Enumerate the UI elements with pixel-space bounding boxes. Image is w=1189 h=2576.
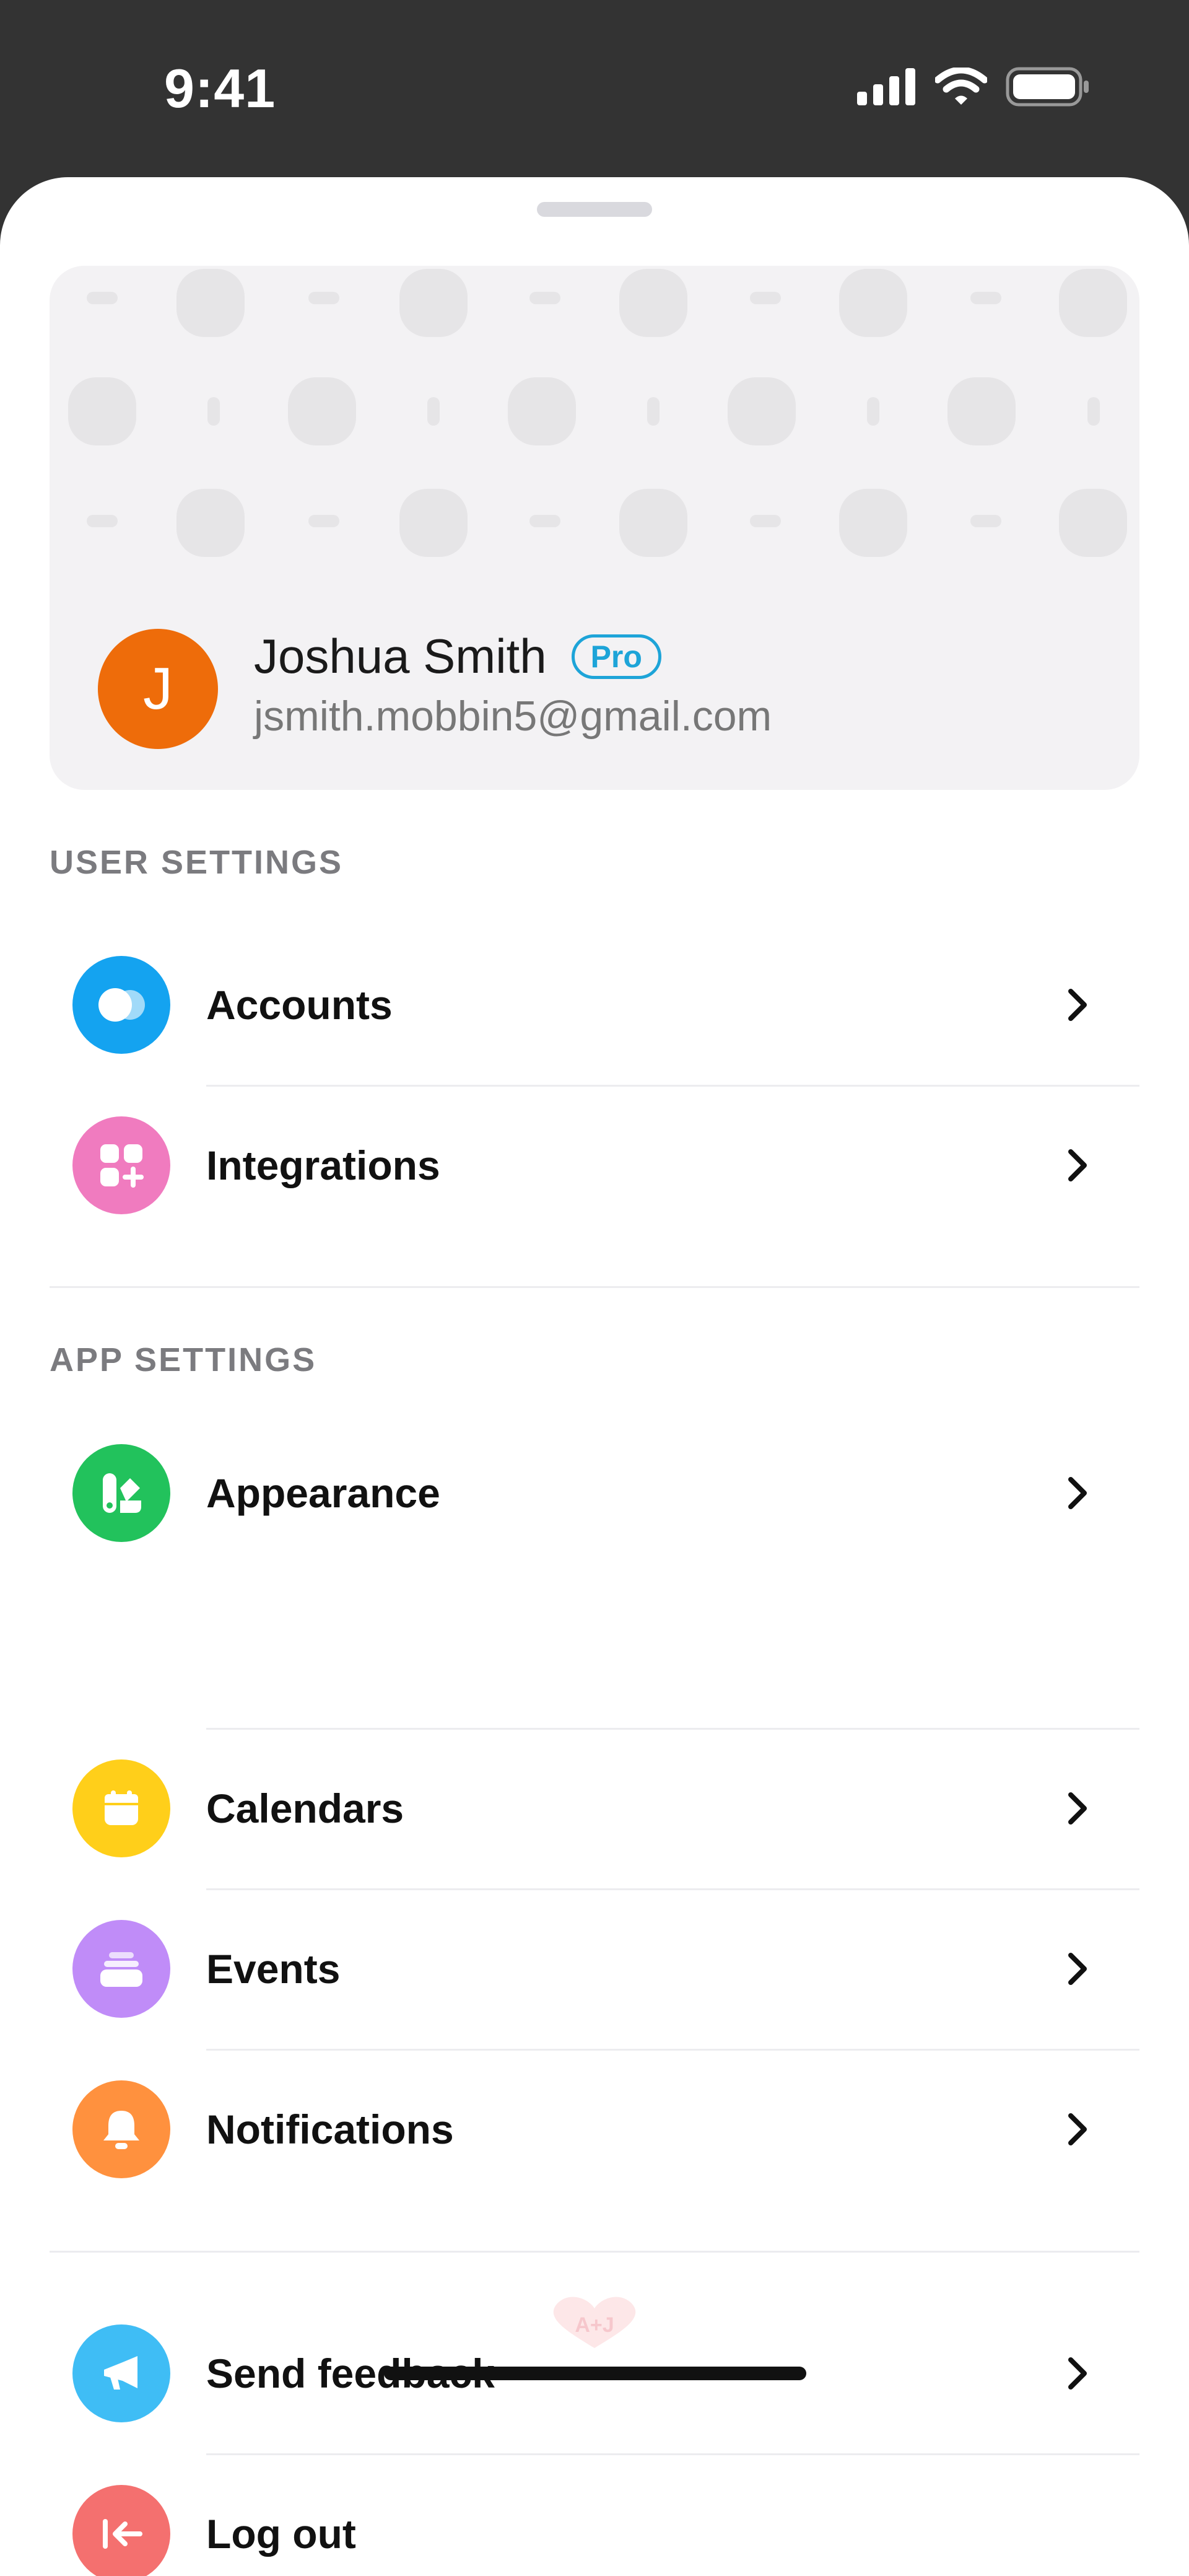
settings-row-label: Events xyxy=(206,1946,341,1992)
settings-row-label: Appearance xyxy=(206,1470,440,1516)
logout-icon xyxy=(72,2485,170,2576)
settings-row-label: Log out xyxy=(206,2511,356,2557)
section-title-user-settings: USER SETTINGS xyxy=(50,844,344,881)
sheet-grabber-handle[interactable] xyxy=(537,202,652,217)
status-icons xyxy=(857,67,1090,107)
megaphone-icon xyxy=(72,2324,170,2422)
profile-pattern-background xyxy=(68,269,1127,557)
profile-email: jsmith.mobbin5@gmail.com xyxy=(254,693,772,740)
battery-icon xyxy=(1006,67,1089,107)
section-divider xyxy=(50,1286,1139,1288)
pro-badge: Pro xyxy=(571,634,661,679)
bell-icon xyxy=(72,2080,170,2178)
cellular-signal-icon xyxy=(857,68,915,105)
settings-row-calendars[interactable]: Calendars xyxy=(0,1728,1189,1888)
calendar-icon xyxy=(72,1759,170,1857)
profile-card[interactable]: J Joshua Smith Pro jsmith.mobbin5@gmail.… xyxy=(50,266,1139,790)
status-time: 9:41 xyxy=(164,58,276,119)
chevron-right-icon xyxy=(1068,1477,1087,1509)
settings-row-label: Calendars xyxy=(206,1785,404,1831)
chevron-right-icon xyxy=(1068,989,1087,1021)
home-indicator xyxy=(384,2367,806,2380)
profile-name-row: Joshua Smith Pro xyxy=(254,628,661,685)
settings-row-appearance[interactable]: Appearance xyxy=(0,1413,1189,1573)
avatar: J xyxy=(98,629,218,749)
settings-row-label: Integrations xyxy=(206,1142,440,1188)
chevron-right-icon xyxy=(1068,2357,1087,2390)
wifi-icon xyxy=(935,68,987,105)
settings-row-log-out[interactable]: Log out xyxy=(0,2454,1189,2576)
section-divider xyxy=(50,2251,1139,2253)
settings-row-notifications[interactable]: Notifications xyxy=(0,2049,1189,2209)
events-icon xyxy=(72,1920,170,2018)
section-title-app-settings: APP SETTINGS xyxy=(50,1341,317,1378)
profile-name: Joshua Smith xyxy=(254,629,547,683)
integrations-icon xyxy=(72,1116,170,1214)
accounts-icon xyxy=(72,956,170,1054)
app-logo: A+J xyxy=(553,2297,636,2348)
settings-row-label: Notifications xyxy=(206,2106,454,2152)
app-logo-text: A+J xyxy=(575,2313,614,2337)
chevron-right-icon xyxy=(1068,2113,1087,2145)
appearance-icon xyxy=(72,1444,170,1542)
settings-row-events[interactable]: Events xyxy=(0,1889,1189,2049)
settings-sheet: J Joshua Smith Pro jsmith.mobbin5@gmail.… xyxy=(0,177,1189,2576)
settings-row-integrations[interactable]: Integrations xyxy=(0,1085,1189,1245)
chevron-right-icon xyxy=(1068,1953,1087,1985)
chevron-right-icon xyxy=(1068,1149,1087,1181)
status-bar: 9:41 xyxy=(0,0,1189,180)
settings-row-label: Accounts xyxy=(206,982,393,1028)
settings-row-accounts[interactable]: Accounts xyxy=(0,925,1189,1085)
chevron-right-icon xyxy=(1068,1792,1087,1825)
